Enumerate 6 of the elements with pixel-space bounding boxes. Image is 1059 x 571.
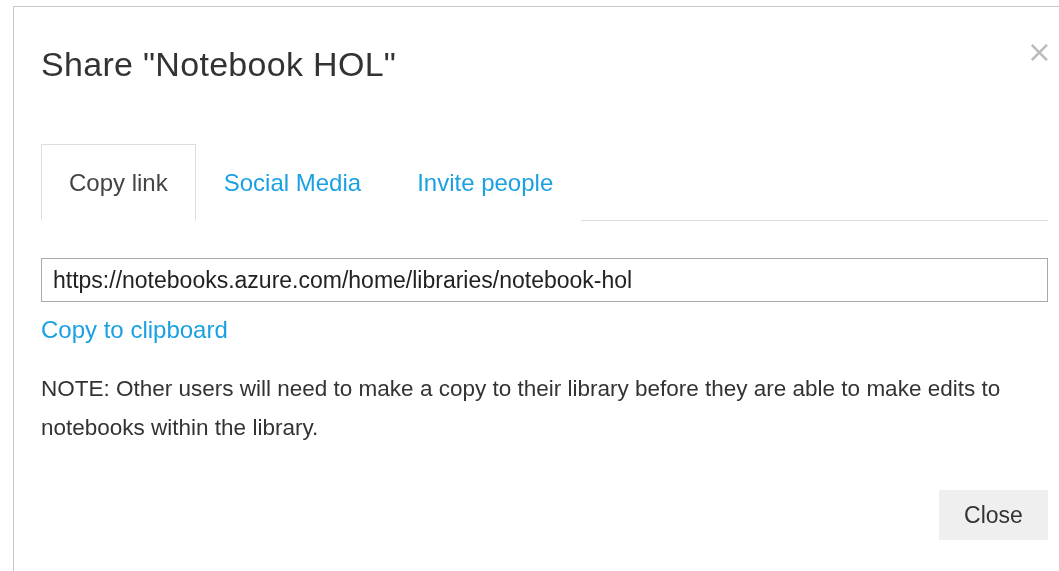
tab[interactable]: Copy link: [41, 144, 196, 221]
copy-to-clipboard-link[interactable]: Copy to clipboard: [41, 316, 228, 344]
close-button[interactable]: Close: [939, 490, 1048, 540]
dialog-title: Share "Notebook HOL": [41, 45, 397, 84]
link-field[interactable]: https://notebooks.azure.com/home/libraries/notebook-hol: [41, 258, 1048, 302]
note-text: NOTE: Other users will need to make a copy to their library before they are able to make edits to notebooks within the library.: [41, 375, 1002, 442]
